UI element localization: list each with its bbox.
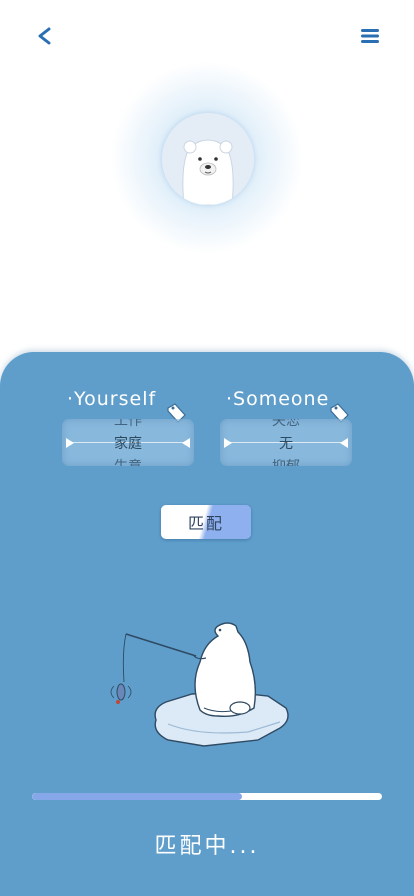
status-text: 匹配中... [154,834,260,859]
polar-bear-face-icon [162,113,254,205]
yourself-picker[interactable]: 工作 家庭 生意 [62,419,194,466]
triangle-right-icon [66,438,74,448]
triangle-left-icon [182,438,190,448]
back-button[interactable] [28,20,60,52]
hamburger-menu-icon [361,29,379,43]
picker-option[interactable]: 生意 [62,456,194,466]
someone-picker[interactable]: 失恋 无 抑郁 [220,419,352,466]
polar-bear-fishing-illustration [110,622,289,747]
picker-option[interactable]: 失恋 [220,419,352,430]
progress-bar [32,793,382,800]
picker-option[interactable]: 抑郁 [220,456,352,466]
picker-selected-option[interactable]: 无 [220,433,352,453]
menu-button[interactable] [354,20,386,52]
someone-label: ·Someone [226,388,330,410]
picker-option[interactable]: 工作 [62,419,194,430]
match-button[interactable]: 匹配 [161,505,251,539]
triangle-left-icon [340,438,348,448]
progress-fill [32,793,242,800]
chevron-left-icon [38,27,51,45]
triangle-right-icon [224,438,232,448]
picker-selected-option[interactable]: 家庭 [62,433,194,453]
avatar[interactable] [162,113,254,205]
yourself-label: ·Yourself [67,388,157,410]
